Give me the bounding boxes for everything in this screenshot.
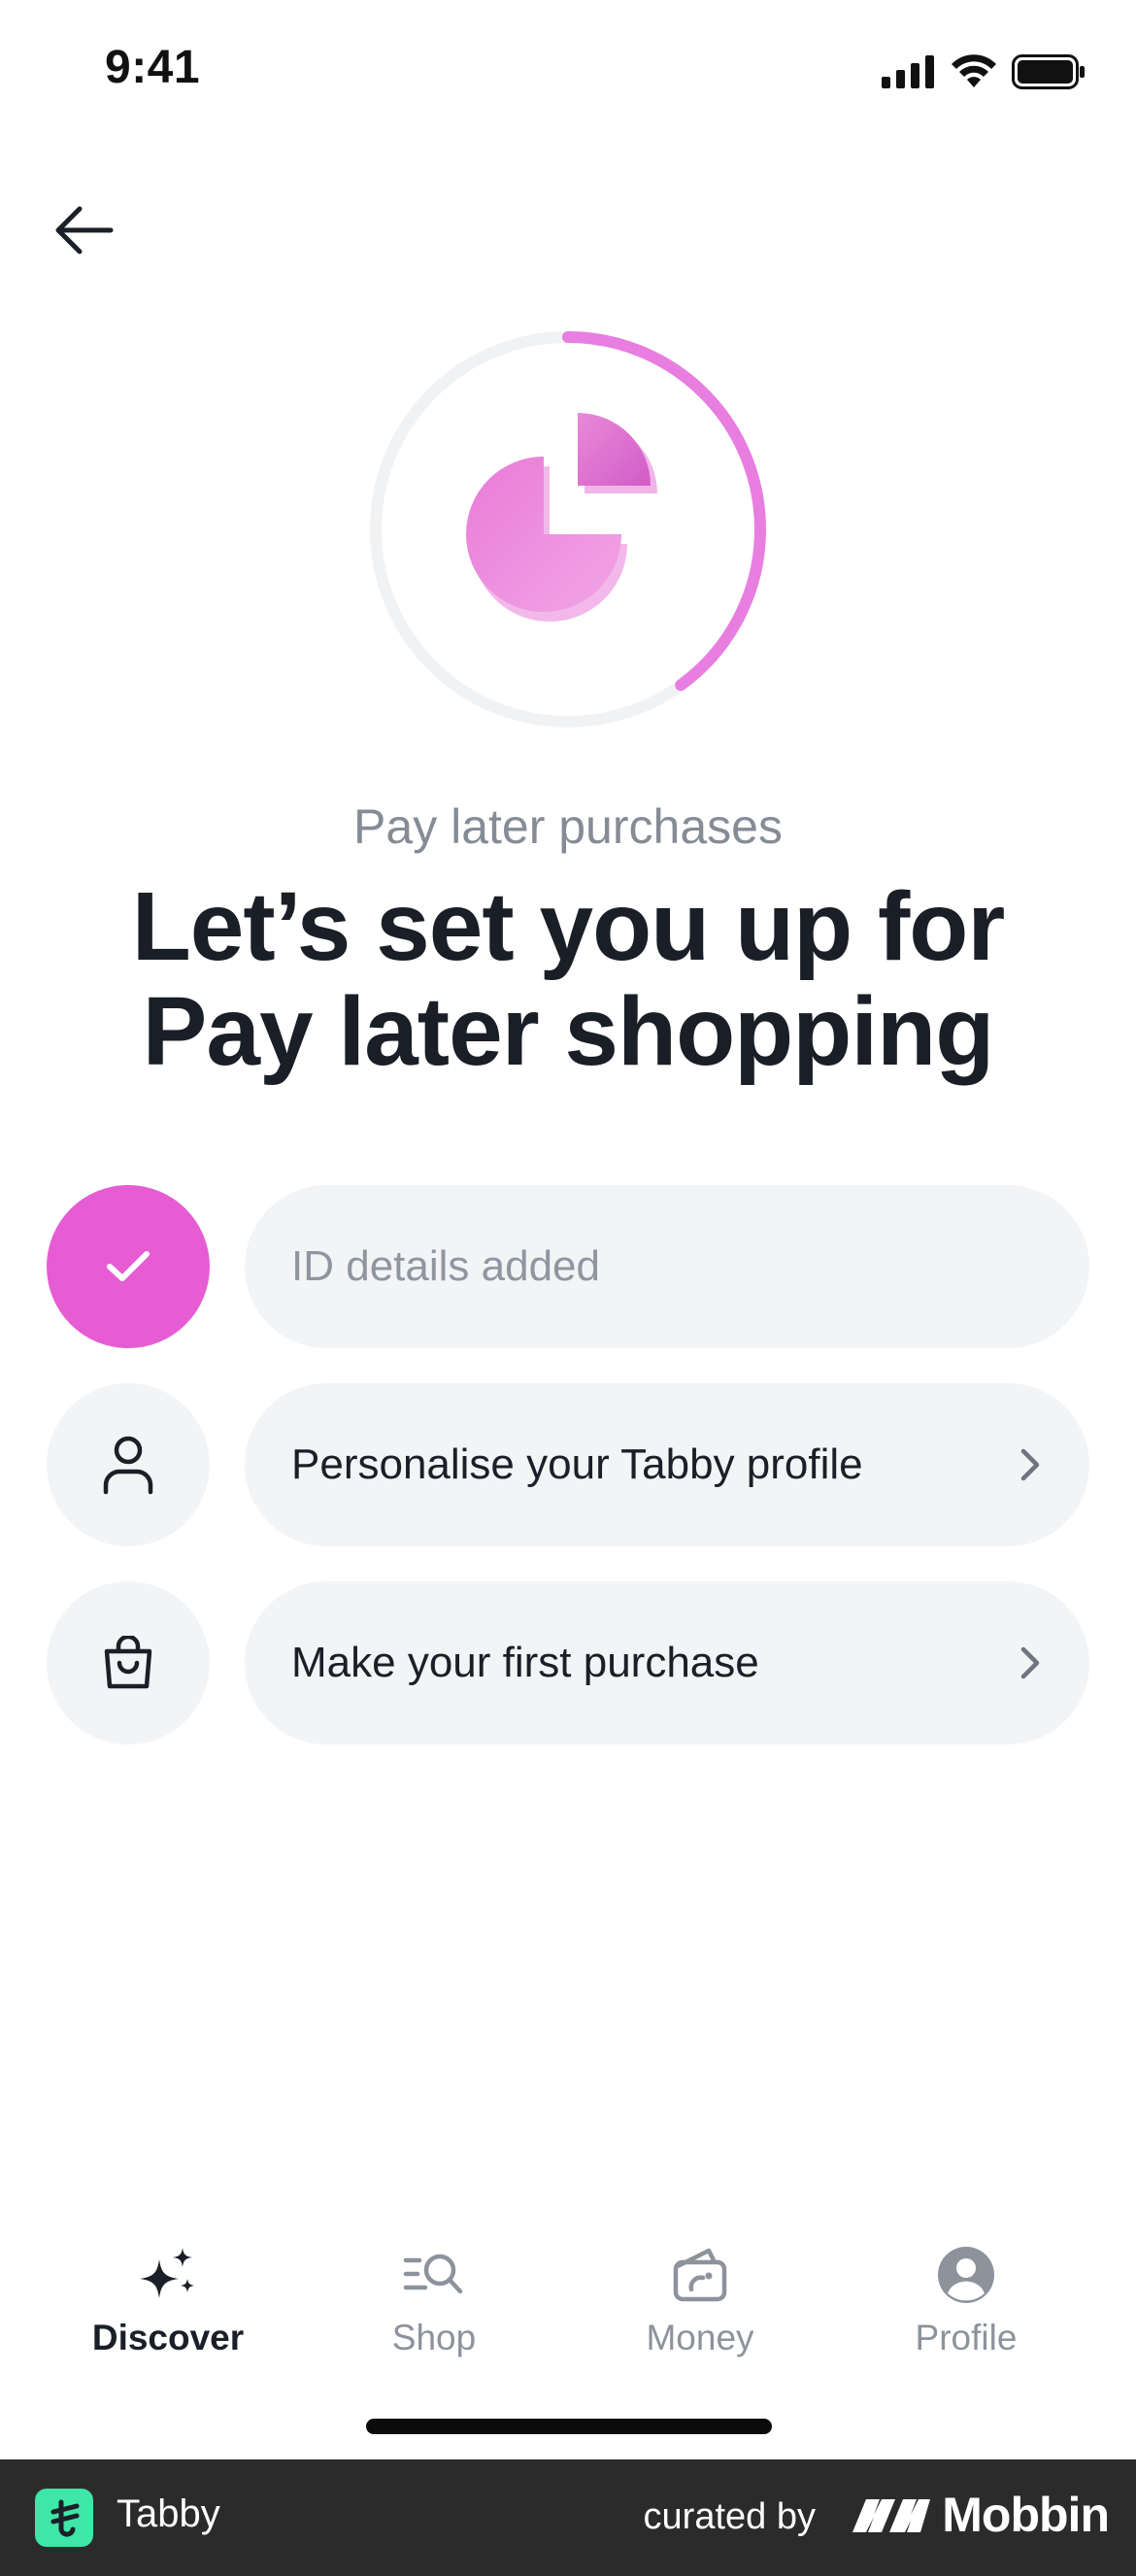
step-label: Make your first purchase [291, 1639, 759, 1686]
tab-money[interactable]: Money [567, 2224, 833, 2390]
footer-brand-name: Mobbin [942, 2488, 1110, 2542]
status-icons [882, 52, 1086, 91]
tab-label: Profile [915, 2318, 1018, 2357]
tab-profile[interactable]: Profile [833, 2224, 1099, 2390]
tab-label: Shop [391, 2318, 477, 2357]
footer-app-name: Tabby [117, 2492, 220, 2535]
wifi-icon [952, 54, 996, 87]
step-icon-circle [47, 1383, 210, 1546]
search-list-icon [301, 2244, 567, 2306]
bottom-tab-bar: Discover Shop Money Profile [0, 2224, 1136, 2390]
home-indicator [366, 2419, 772, 2434]
status-bar: 9:41 [0, 0, 1136, 146]
shopping-bag-icon [104, 1636, 152, 1689]
tab-label: Money [646, 2318, 754, 2357]
arrow-left-icon [55, 206, 114, 254]
step-status-completed [47, 1185, 210, 1348]
page-title-line-2: Pay later shopping [142, 977, 995, 1086]
footer-curated-by: curated by [643, 2496, 816, 2537]
step-label: ID details added [291, 1242, 600, 1290]
step-id-details-pill: ID details added [245, 1185, 1089, 1348]
status-time: 9:41 [105, 42, 201, 93]
attribution-footer: Tabby curated by Mobbin [0, 2459, 1136, 2576]
back-button[interactable] [43, 194, 124, 266]
step-personalise-profile[interactable]: Personalise your Tabby profile [47, 1383, 1089, 1546]
step-id-details: ID details added [47, 1185, 1089, 1348]
tab-shop[interactable]: Shop [301, 2224, 567, 2390]
chevron-right-icon [1014, 1445, 1047, 1484]
cellular-signal-icon [882, 55, 934, 88]
progress-ring [364, 325, 772, 733]
first-purchase-button[interactable]: Make your first purchase [245, 1581, 1089, 1745]
personalise-profile-button[interactable]: Personalise your Tabby profile [245, 1383, 1089, 1546]
page-title-line-1: Let’s set you up for [131, 872, 1006, 981]
step-icon-circle [47, 1581, 210, 1745]
tab-discover[interactable]: Discover [35, 2224, 301, 2390]
step-label: Personalise your Tabby profile [291, 1441, 863, 1488]
profile-circle-icon [833, 2244, 1099, 2306]
mobbin-logo-icon [852, 2499, 931, 2532]
page-title: Let’s set you up for Pay later shopping [58, 874, 1078, 1084]
section-subtitle: Pay later purchases [353, 799, 783, 854]
battery-icon [1012, 54, 1085, 89]
step-first-purchase[interactable]: Make your first purchase [47, 1581, 1089, 1745]
wallet-icon [567, 2244, 833, 2306]
mobbin-brand: Mobbin [851, 2487, 1110, 2543]
pie-chart-illustration [466, 413, 657, 622]
check-icon [107, 1251, 150, 1281]
person-icon [103, 1436, 153, 1495]
chevron-right-icon [1014, 1644, 1047, 1682]
sparkles-icon [35, 2244, 301, 2306]
tab-label: Discover [91, 2318, 245, 2357]
setup-steps-list: ID details added Personalise your Tabby … [47, 1185, 1089, 1779]
tabby-logo-icon [35, 2489, 93, 2547]
